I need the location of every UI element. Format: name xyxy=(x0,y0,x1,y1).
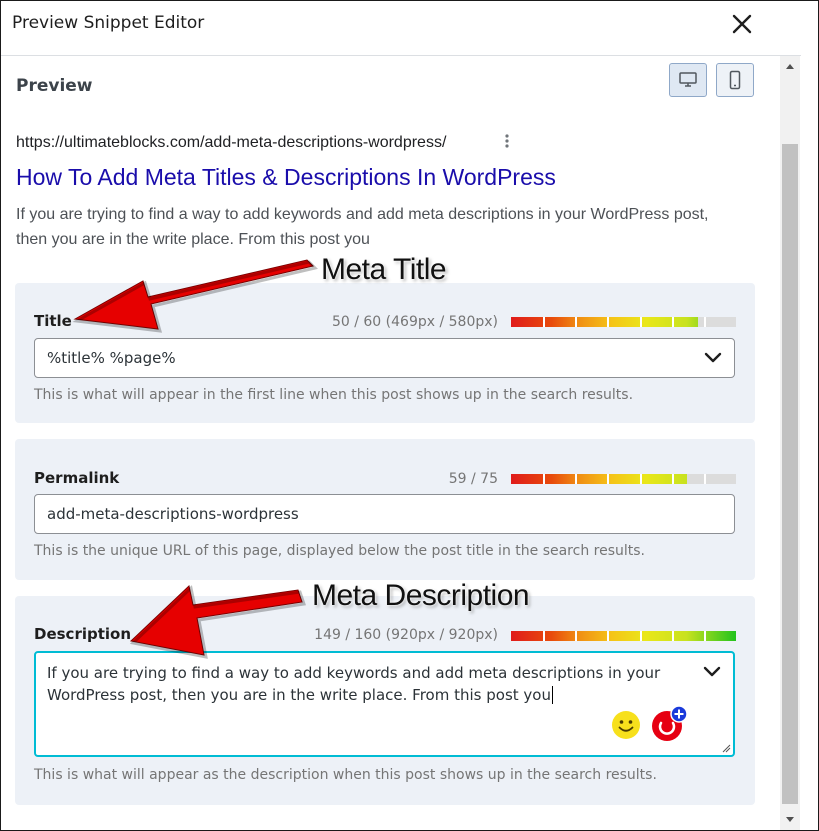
meta-description-annotation: Meta Description xyxy=(312,579,530,612)
meta-title-annotation: Meta Title xyxy=(321,253,447,286)
meta-title-arrow xyxy=(72,259,318,333)
snippet-editor-modal: Preview Snippet Editor Preview https://u… xyxy=(0,0,819,831)
annotation-arrows xyxy=(72,259,318,659)
meta-description-arrow xyxy=(129,585,306,659)
